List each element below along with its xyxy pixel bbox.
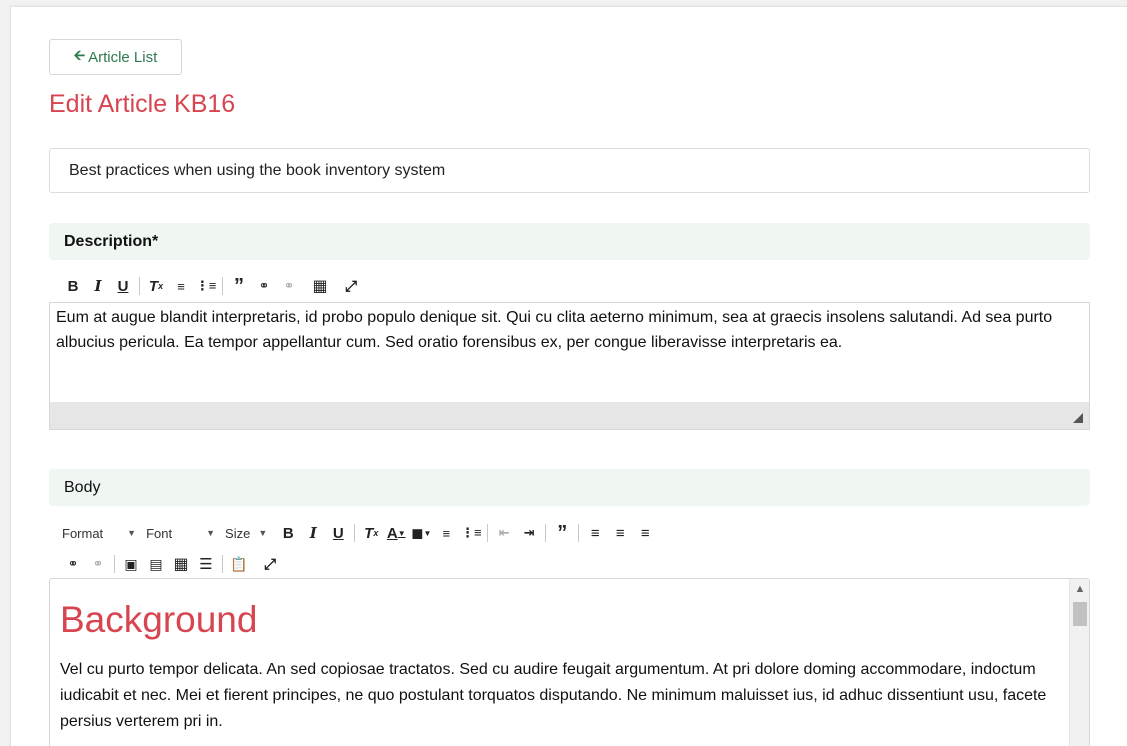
blockquote-icon[interactable]: ” [228, 275, 250, 297]
numbered-list-icon[interactable]: ≡ [170, 275, 192, 297]
chevron-down-icon: ▼ [206, 528, 216, 538]
toolbar-separator [578, 524, 580, 542]
text-color-icon[interactable]: A ▼ [385, 522, 407, 544]
font-dropdown[interactable]: Font ▼ [146, 526, 215, 541]
article-list-button[interactable]: 🡨 Article List [49, 39, 182, 75]
underline-icon[interactable]: U [112, 275, 134, 297]
unlink-icon[interactable]: ⚭ [87, 553, 109, 575]
numbered-list-icon[interactable]: ≡ [435, 522, 457, 544]
link-icon[interactable]: ⚭ [253, 275, 275, 297]
italic-icon[interactable]: I [87, 275, 109, 297]
toolbar-separator [114, 555, 115, 573]
remove-format-icon[interactable]: Tx [145, 275, 167, 297]
toolbar-separator [139, 277, 140, 295]
table-icon[interactable]: ▦ [309, 275, 331, 297]
table-icon[interactable]: ▦ [170, 553, 192, 575]
description-resize-bar [49, 402, 1090, 430]
image-icon[interactable]: ▣ [120, 553, 142, 575]
body-paragraph: Vel cu purto tempor delicata. An sed cop… [60, 661, 1047, 730]
outdent-icon[interactable]: ⇤ [493, 522, 515, 544]
format-dropdown-label: Format [62, 525, 104, 541]
link-icon[interactable]: ⚭ [62, 553, 84, 575]
description-editor[interactable]: Eum at augue blandit interpretaris, id p… [49, 302, 1090, 402]
background-color-icon[interactable]: ◼ ▼ [410, 522, 432, 544]
align-right-icon[interactable]: ≡ [634, 522, 656, 544]
body-scrollbar[interactable]: ▲ [1069, 579, 1089, 746]
remove-format-icon[interactable]: Tx [360, 522, 382, 544]
resize-handle-icon[interactable] [1073, 413, 1083, 423]
page-title: Edit Article KB16 [49, 90, 236, 118]
underline-icon[interactable]: U [327, 522, 349, 544]
scroll-up-icon[interactable]: ▲ [1070, 583, 1089, 595]
italic-icon[interactable]: I [302, 522, 324, 544]
body-label: Body [49, 469, 1090, 506]
unlink-icon[interactable]: ⚭ [278, 275, 300, 297]
arrow-left-icon: 🡨 [73, 47, 86, 63]
chevron-down-icon: ▼ [258, 528, 268, 538]
bulleted-list-icon[interactable]: ⋮≡ [460, 522, 482, 544]
horizontal-line-icon[interactable]: ☰ [195, 553, 217, 575]
description-label: Description* [49, 223, 1090, 260]
align-center-icon[interactable]: ≡ [609, 522, 631, 544]
blockquote-icon[interactable]: ” [551, 522, 573, 544]
toolbar-separator [487, 524, 489, 542]
bold-icon[interactable]: B [277, 522, 299, 544]
toolbar-separator [222, 277, 223, 295]
toolbar-separator [545, 524, 547, 542]
maximize-icon[interactable]: ⤢ [259, 553, 281, 575]
article-list-label: Article List [88, 48, 158, 66]
bulleted-list-icon[interactable]: ⋮≡ [195, 275, 217, 297]
indent-icon[interactable]: ⇥ [518, 522, 540, 544]
toolbar-separator [222, 555, 223, 573]
font-dropdown-label: Font [146, 525, 173, 541]
paste-icon[interactable]: 📋 [228, 553, 250, 575]
align-left-icon[interactable]: ≡ [584, 522, 606, 544]
size-dropdown[interactable]: Size ▼ [225, 526, 267, 541]
format-dropdown[interactable]: Format ▼ [62, 526, 136, 541]
body-heading: Background [60, 599, 258, 640]
body-toolbar-row2: ⚭ ⚭ ▣ ▤ ▦ ☰ 📋 ⤢ [62, 553, 284, 575]
size-dropdown-label: Size [225, 525, 251, 541]
toolbar-separator [354, 524, 356, 542]
body-editor[interactable]: Background Vel cu purto tempor delicata.… [49, 578, 1090, 746]
bold-icon[interactable]: B [62, 275, 84, 297]
scroll-thumb[interactable] [1073, 602, 1087, 626]
article-title-input[interactable]: Best practices when using the book inven… [49, 148, 1090, 193]
description-toolbar: B I U Tx ≡ ⋮≡ ” ⚭ ⚭ ▦ ⤢ [62, 275, 365, 297]
maximize-icon[interactable]: ⤢ [340, 275, 362, 297]
chevron-down-icon: ▼ [127, 528, 137, 538]
body-toolbar-row1: Format ▼ Font ▼ Size ▼ B I U Tx A ▼ ◼ ▼ ≡ … [62, 522, 659, 544]
embed-icon[interactable]: ▤ [145, 553, 167, 575]
